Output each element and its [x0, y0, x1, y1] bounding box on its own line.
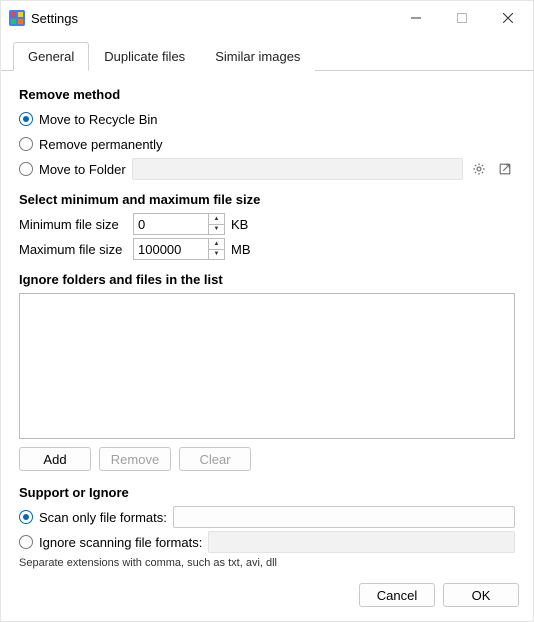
radio-ignore-formats[interactable]	[19, 535, 33, 549]
titlebar: Settings	[1, 1, 533, 35]
minimize-button[interactable]	[393, 3, 439, 33]
radio-label-folder: Move to Folder	[39, 162, 126, 177]
tab-similar-images[interactable]: Similar images	[200, 42, 315, 71]
tab-content-general: Remove method Move to Recycle Bin Remove…	[1, 71, 533, 573]
radio-move-to-recycle-bin[interactable]	[19, 112, 33, 126]
radio-scan-only-formats[interactable]	[19, 510, 33, 524]
tab-duplicate-files[interactable]: Duplicate files	[89, 42, 200, 71]
remove-method-title: Remove method	[19, 87, 515, 102]
window-title: Settings	[31, 11, 78, 26]
ignore-formats-label: Ignore scanning file formats:	[39, 535, 202, 550]
min-size-label: Minimum file size	[19, 217, 127, 232]
ignore-list-box[interactable]	[19, 293, 515, 439]
tab-general[interactable]: General	[13, 42, 89, 71]
min-size-input[interactable]: 0 ▲▼	[133, 213, 225, 235]
app-icon	[9, 10, 25, 26]
close-button[interactable]	[485, 3, 531, 33]
scan-only-label: Scan only file formats:	[39, 510, 167, 525]
clear-button[interactable]: Clear	[179, 447, 251, 471]
min-size-unit: KB	[231, 217, 248, 232]
add-button[interactable]: Add	[19, 447, 91, 471]
max-size-value: 100000	[134, 242, 208, 257]
settings-window: Settings General Duplicate files Similar…	[0, 0, 534, 622]
max-size-unit: MB	[231, 242, 251, 257]
ignore-formats-input[interactable]	[208, 531, 515, 553]
min-size-value: 0	[134, 217, 208, 232]
ignore-list-title: Ignore folders and files in the list	[19, 272, 515, 287]
chevron-down-icon[interactable]: ▼	[209, 225, 224, 235]
cancel-button[interactable]: Cancel	[359, 583, 435, 607]
scan-only-formats-input[interactable]	[173, 506, 515, 528]
chevron-up-icon[interactable]: ▲	[209, 239, 224, 250]
radio-label-permanent: Remove permanently	[39, 137, 163, 152]
min-size-spinner[interactable]: ▲▼	[208, 214, 224, 234]
max-size-label: Maximum file size	[19, 242, 127, 257]
max-size-input[interactable]: 100000 ▲▼	[133, 238, 225, 260]
gear-icon[interactable]	[469, 159, 489, 179]
chevron-down-icon[interactable]: ▼	[209, 250, 224, 260]
dialog-footer: Cancel OK	[1, 573, 533, 621]
remove-button[interactable]: Remove	[99, 447, 171, 471]
ok-button[interactable]: OK	[443, 583, 519, 607]
max-size-spinner[interactable]: ▲▼	[208, 239, 224, 259]
tab-bar: General Duplicate files Similar images	[1, 35, 533, 71]
open-external-icon[interactable]	[495, 159, 515, 179]
extensions-hint: Separate extensions with comma, such as …	[19, 557, 515, 569]
support-ignore-title: Support or Ignore	[19, 485, 515, 500]
radio-remove-permanently[interactable]	[19, 137, 33, 151]
radio-label-recycle: Move to Recycle Bin	[39, 112, 158, 127]
maximize-button	[439, 3, 485, 33]
chevron-up-icon[interactable]: ▲	[209, 214, 224, 225]
radio-move-to-folder[interactable]	[19, 162, 33, 176]
move-to-folder-path-input[interactable]	[132, 158, 463, 180]
file-size-title: Select minimum and maximum file size	[19, 192, 515, 207]
